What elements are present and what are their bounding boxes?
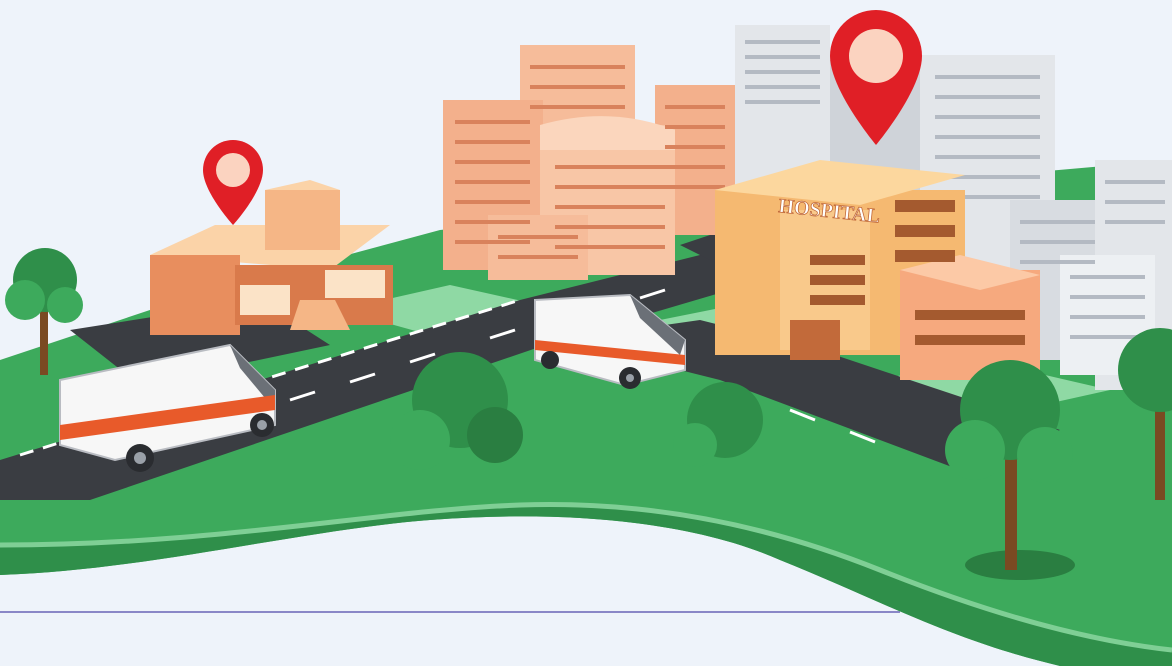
city-hospital-illustration: HOSPITAL	[0, 0, 1172, 666]
